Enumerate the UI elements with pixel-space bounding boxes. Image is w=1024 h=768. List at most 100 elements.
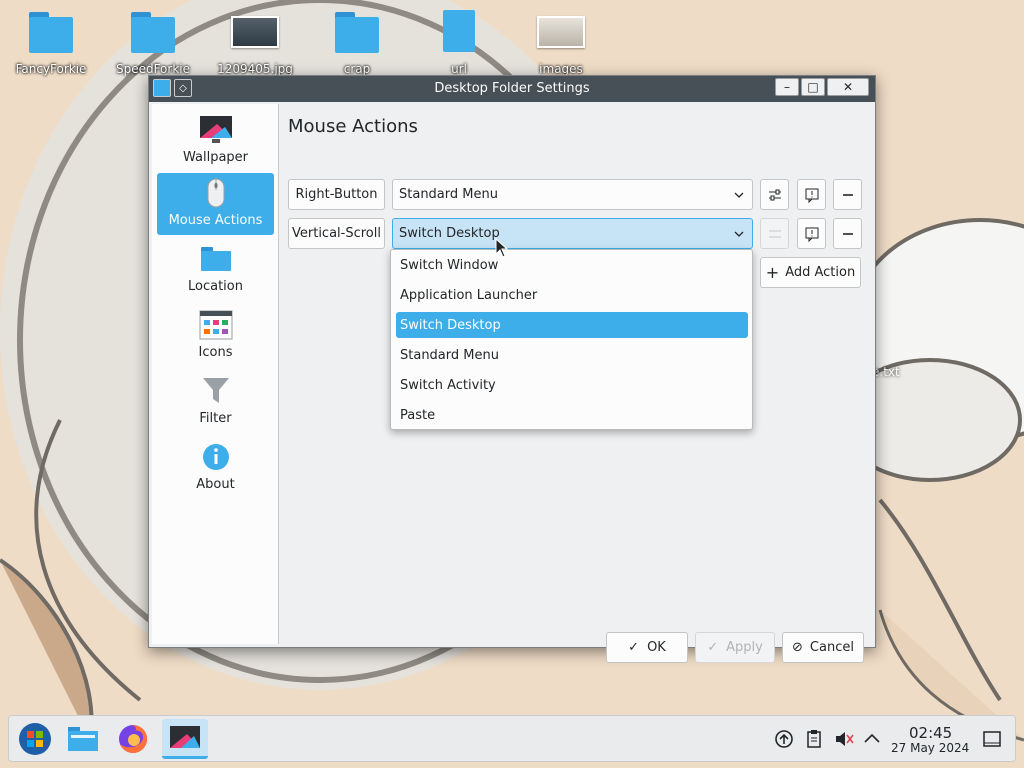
add-action-button[interactable]: + Add Action (760, 257, 861, 288)
desktop-icon-fancyforkie[interactable]: FancyForkie (6, 8, 96, 76)
update-notifier-icon[interactable] (773, 728, 795, 750)
settings-sidebar: Wallpaper Mouse Actions Location Icons F… (152, 104, 279, 644)
sidebar-item-about[interactable]: About (157, 437, 274, 499)
folder-icon (127, 8, 179, 58)
remove-action-button[interactable] (833, 179, 862, 210)
desktop-icon-label: crap (343, 62, 371, 76)
dropdown-option[interactable]: Standard Menu (396, 342, 748, 368)
firefox-icon (119, 724, 148, 753)
apply-label: Apply (726, 640, 763, 655)
trigger-button-right[interactable]: Right-Button (288, 179, 385, 210)
info-balloon-icon (805, 188, 818, 203)
clipboard-icon[interactable] (803, 728, 825, 750)
action-dropdown-list: Switch Window Application Launcher Switc… (390, 249, 753, 430)
folder-icon (331, 8, 383, 58)
desktop-icon-label: FancyForkie (15, 62, 87, 76)
desktop-icon-speedforkie[interactable]: SpeedForkie (108, 8, 198, 76)
chevron-up-icon[interactable] (861, 728, 883, 750)
window-titlebar[interactable]: ◇ Desktop Folder Settings – □ ✕ (149, 76, 875, 102)
start-orb-icon (19, 723, 51, 755)
desktop-icon-label: 1209405.jpg (217, 62, 293, 76)
sidebar-item-label: Mouse Actions (168, 213, 263, 228)
checkmark-icon: ✓ (628, 640, 640, 655)
sidebar-item-filter[interactable]: Filter (157, 371, 274, 433)
add-action-label: Add Action (785, 265, 856, 280)
icons-grid-icon (199, 309, 233, 341)
cancel-label: Cancel (809, 640, 854, 655)
info-balloon-icon (805, 227, 818, 242)
about-action-button[interactable] (797, 179, 826, 210)
folder-icon (199, 243, 233, 275)
dropdown-option[interactable]: Switch Window (396, 252, 748, 278)
action-combo-value: Switch Desktop (399, 226, 500, 241)
dropdown-option[interactable]: Switch Activity (396, 372, 748, 398)
taskbar-file-manager[interactable] (60, 719, 106, 759)
sidebar-item-icons[interactable]: Icons (157, 305, 274, 367)
action-combo-right[interactable]: Standard Menu (392, 179, 753, 210)
window-title: Desktop Folder Settings (434, 81, 590, 96)
close-icon[interactable]: ✕ (827, 78, 869, 96)
page-title: Mouse Actions (288, 116, 418, 137)
sidebar-item-wallpaper[interactable]: Wallpaper (157, 110, 274, 172)
taskbar: 02:45 27 May 2024 (8, 715, 1016, 762)
cancel-button[interactable]: ⊘ Cancel (782, 632, 864, 663)
sidebar-item-mouse-actions[interactable]: Mouse Actions (157, 173, 274, 235)
desktop-icon-label: SpeedForkie (115, 62, 191, 76)
desktop-icon-label: url (451, 62, 467, 76)
action-combo-vertical-scroll[interactable]: Switch Desktop (392, 218, 753, 249)
web-document-icon (433, 8, 485, 58)
chevron-down-icon (734, 192, 744, 198)
wallpaper-icon (199, 114, 233, 146)
filter-icon (199, 375, 233, 407)
desktop-settings-icon (170, 725, 200, 748)
trigger-button-vertical-scroll[interactable]: Vertical-Scroll (288, 218, 385, 249)
sidebar-item-label: Wallpaper (182, 150, 249, 165)
sidebar-item-label: Location (188, 279, 243, 294)
mouse-icon (199, 177, 233, 209)
desktop-icon-images[interactable]: images (516, 8, 606, 76)
taskbar-desktop-settings[interactable] (162, 719, 208, 759)
minus-icon (842, 232, 853, 235)
dropdown-option-selected[interactable]: Switch Desktop (396, 312, 748, 338)
clock-time[interactable]: 02:45 (909, 724, 952, 742)
configure-action-button[interactable] (760, 179, 789, 210)
desktop-icon-url[interactable]: url (414, 8, 504, 76)
show-desktop-icon[interactable] (981, 728, 1003, 750)
image-icon (535, 8, 587, 58)
image-icon (229, 8, 281, 58)
remove-action-button[interactable] (833, 218, 862, 249)
desktop-icon-label: images (539, 62, 583, 76)
configure-action-button-disabled (760, 218, 789, 249)
sidebar-item-label: Filter (199, 411, 232, 426)
taskbar-firefox[interactable] (110, 719, 156, 759)
info-icon (199, 441, 233, 473)
folder-icon (68, 727, 98, 751)
chevron-down-icon (734, 231, 744, 237)
settings-sliders-icon (768, 189, 781, 200)
ok-button[interactable]: ✓ OK (606, 632, 688, 663)
sidebar-item-location[interactable]: Location (157, 239, 274, 301)
sidebar-item-label: Icons (198, 345, 233, 360)
clock-date[interactable]: 27 May 2024 (891, 741, 969, 755)
settings-sliders-icon (768, 230, 781, 237)
desktop-icon-crap[interactable]: crap (312, 8, 402, 76)
start-menu-button[interactable] (12, 719, 58, 759)
minus-icon (842, 193, 853, 196)
maximize-icon[interactable]: □ (801, 78, 825, 96)
mouse-cursor-icon (495, 238, 509, 258)
apply-button-disabled: ✓ Apply (695, 632, 775, 663)
sidebar-item-label: About (196, 477, 235, 492)
minimize-icon[interactable]: – (775, 78, 799, 96)
folder-icon (25, 8, 77, 58)
cancel-icon: ⊘ (792, 640, 803, 655)
desktop-icon-partial-label[interactable]: e.txt (872, 365, 900, 379)
plus-icon: + (765, 263, 780, 282)
volume-muted-icon[interactable] (833, 728, 855, 750)
about-action-button[interactable] (797, 218, 826, 249)
ok-label: OK (647, 640, 666, 655)
dropdown-option[interactable]: Paste (396, 402, 748, 428)
action-combo-value: Standard Menu (399, 187, 498, 202)
dropdown-option[interactable]: Application Launcher (396, 282, 748, 308)
checkmark-icon: ✓ (707, 640, 719, 655)
desktop-icon-jpg[interactable]: 1209405.jpg (210, 8, 300, 76)
